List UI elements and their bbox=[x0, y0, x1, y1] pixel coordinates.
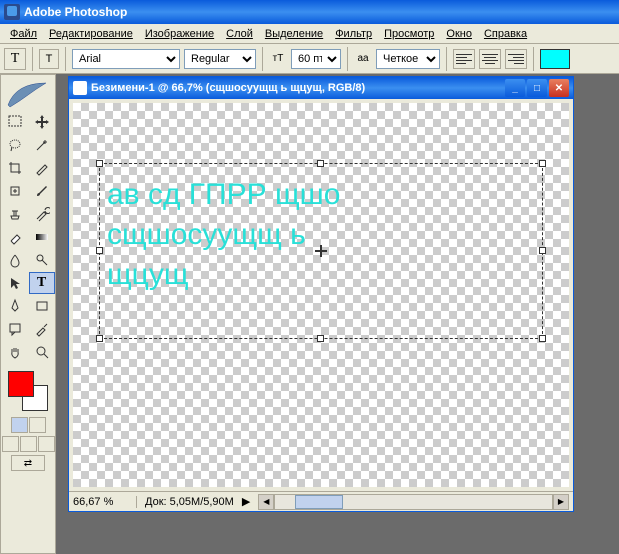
hand-tool[interactable] bbox=[2, 341, 28, 363]
dodge-tool[interactable] bbox=[29, 249, 55, 271]
align-right-button[interactable] bbox=[505, 49, 527, 69]
pen-tool[interactable] bbox=[2, 295, 28, 317]
current-tool-preset[interactable]: T bbox=[4, 48, 26, 70]
screen-mode-buttons bbox=[2, 436, 55, 452]
menu-image[interactable]: Изображение bbox=[139, 26, 220, 42]
blur-tool[interactable] bbox=[2, 249, 28, 271]
canvas[interactable]: ав сд ГПРР щшо сщшосуущщ ь щцущ bbox=[73, 103, 569, 487]
document-title: Безимени-1 @ 66,7% (сщшосуущщ ь щцущ, RG… bbox=[91, 82, 365, 94]
scroll-left-button[interactable]: ◀ bbox=[258, 494, 274, 510]
close-button[interactable]: ✕ bbox=[549, 79, 569, 97]
menubar: Файл Редактирование Изображение Слой Выд… bbox=[0, 24, 619, 44]
antialias-select[interactable]: Четкое bbox=[376, 49, 440, 69]
resize-handle-bm[interactable] bbox=[317, 335, 324, 342]
minimize-button[interactable]: _ bbox=[505, 79, 525, 97]
font-weight-select[interactable]: Regular bbox=[184, 49, 256, 69]
gradient-tool[interactable] bbox=[29, 226, 55, 248]
magic-wand-tool[interactable] bbox=[29, 134, 55, 156]
doc-size-label: Док: 5,05M/5,90M bbox=[145, 496, 234, 508]
eyedropper-tool[interactable] bbox=[29, 318, 55, 340]
resize-handle-br[interactable] bbox=[539, 335, 546, 342]
document-window: Безимени-1 @ 66,7% (сщшосуущщ ь щцущ, RG… bbox=[68, 76, 574, 512]
app-titlebar: Adobe Photoshop bbox=[0, 0, 619, 24]
document-titlebar[interactable]: Безимени-1 @ 66,7% (сщшосуущщ ь щцущ, RG… bbox=[69, 77, 573, 99]
resize-handle-ml[interactable] bbox=[96, 247, 103, 254]
scroll-thumb[interactable] bbox=[295, 495, 343, 509]
menu-layer[interactable]: Слой bbox=[220, 26, 259, 42]
resize-handle-mr[interactable] bbox=[539, 247, 546, 254]
font-family-select[interactable]: Arial bbox=[72, 49, 180, 69]
separator bbox=[347, 47, 348, 71]
tool-grid: T bbox=[2, 111, 55, 363]
notes-tool[interactable] bbox=[2, 318, 28, 340]
separator bbox=[446, 47, 447, 71]
align-center-button[interactable] bbox=[479, 49, 501, 69]
resize-handle-tm[interactable] bbox=[317, 160, 324, 167]
text-color-swatch[interactable] bbox=[540, 49, 570, 69]
app-icon bbox=[4, 4, 20, 20]
clone-stamp-tool[interactable] bbox=[2, 203, 28, 225]
shape-tool[interactable] bbox=[29, 295, 55, 317]
separator bbox=[32, 47, 33, 71]
canvas-area: Безимени-1 @ 66,7% (сщшосуущщ ь щцущ, RG… bbox=[56, 74, 619, 554]
maximize-button[interactable]: □ bbox=[527, 79, 547, 97]
horizontal-scrollbar[interactable]: ◀ ▶ bbox=[258, 494, 569, 510]
separator bbox=[262, 47, 263, 71]
path-select-tool[interactable] bbox=[2, 272, 28, 294]
menu-filter[interactable]: Фильтр bbox=[329, 26, 378, 42]
separator bbox=[533, 47, 534, 71]
menu-window[interactable]: Окно bbox=[440, 26, 478, 42]
healing-brush-tool[interactable] bbox=[2, 180, 28, 202]
document-icon bbox=[73, 81, 87, 95]
scroll-track[interactable] bbox=[274, 494, 553, 510]
eraser-tool[interactable] bbox=[2, 226, 28, 248]
menu-file[interactable]: Файл bbox=[4, 26, 43, 42]
text-orientation-button[interactable]: T bbox=[39, 49, 59, 69]
app-title: Adobe Photoshop bbox=[24, 5, 127, 19]
screen-standard-button[interactable] bbox=[2, 436, 19, 452]
canvas-text-content[interactable]: ав сд ГПРР щшо сщшосуущщ ь щцущ bbox=[107, 175, 340, 295]
options-bar: T T Arial Regular тТ 60 пт aа Четкое bbox=[0, 44, 619, 74]
menu-help[interactable]: Справка bbox=[478, 26, 533, 42]
font-size-icon: тТ bbox=[269, 50, 287, 68]
workspace: T ⇄ Безимени-1 @ 66,7% (сщшосуущщ bbox=[0, 74, 619, 554]
mask-mode-buttons bbox=[11, 417, 46, 433]
scroll-right-button[interactable]: ▶ bbox=[553, 494, 569, 510]
zoom-level-field[interactable]: 66,67 % bbox=[73, 496, 137, 508]
photoshop-logo-icon bbox=[3, 77, 53, 111]
move-tool[interactable] bbox=[29, 111, 55, 133]
resize-handle-tr[interactable] bbox=[539, 160, 546, 167]
crop-tool[interactable] bbox=[2, 157, 28, 179]
type-tool[interactable]: T bbox=[29, 272, 55, 294]
align-left-button[interactable] bbox=[453, 49, 475, 69]
brush-tool[interactable] bbox=[29, 180, 55, 202]
menu-edit[interactable]: Редактирование bbox=[43, 26, 139, 42]
menu-select[interactable]: Выделение bbox=[259, 26, 329, 42]
menu-view[interactable]: Просмотр bbox=[378, 26, 440, 42]
standard-mode-button[interactable] bbox=[11, 417, 28, 433]
status-menu-arrow[interactable]: ▶ bbox=[242, 495, 250, 508]
screen-fullmenu-button[interactable] bbox=[20, 436, 37, 452]
zoom-tool[interactable] bbox=[29, 341, 55, 363]
marquee-tool[interactable] bbox=[2, 111, 28, 133]
status-bar: 66,67 % Док: 5,05M/5,90M ▶ ◀ ▶ bbox=[69, 491, 573, 511]
toolbox: T ⇄ bbox=[0, 74, 56, 554]
quickmask-mode-button[interactable] bbox=[29, 417, 46, 433]
slice-tool[interactable] bbox=[29, 157, 55, 179]
screen-full-button[interactable] bbox=[38, 436, 55, 452]
font-size-select[interactable]: 60 пт bbox=[291, 49, 341, 69]
color-picker[interactable] bbox=[6, 369, 50, 413]
foreground-color-swatch[interactable] bbox=[8, 371, 34, 397]
antialias-icon: aа bbox=[354, 50, 372, 68]
resize-handle-tl[interactable] bbox=[96, 160, 103, 167]
jump-to-imageready-button[interactable]: ⇄ bbox=[11, 455, 45, 471]
resize-handle-bl[interactable] bbox=[96, 335, 103, 342]
lasso-tool[interactable] bbox=[2, 134, 28, 156]
separator bbox=[65, 47, 66, 71]
history-brush-tool[interactable] bbox=[29, 203, 55, 225]
